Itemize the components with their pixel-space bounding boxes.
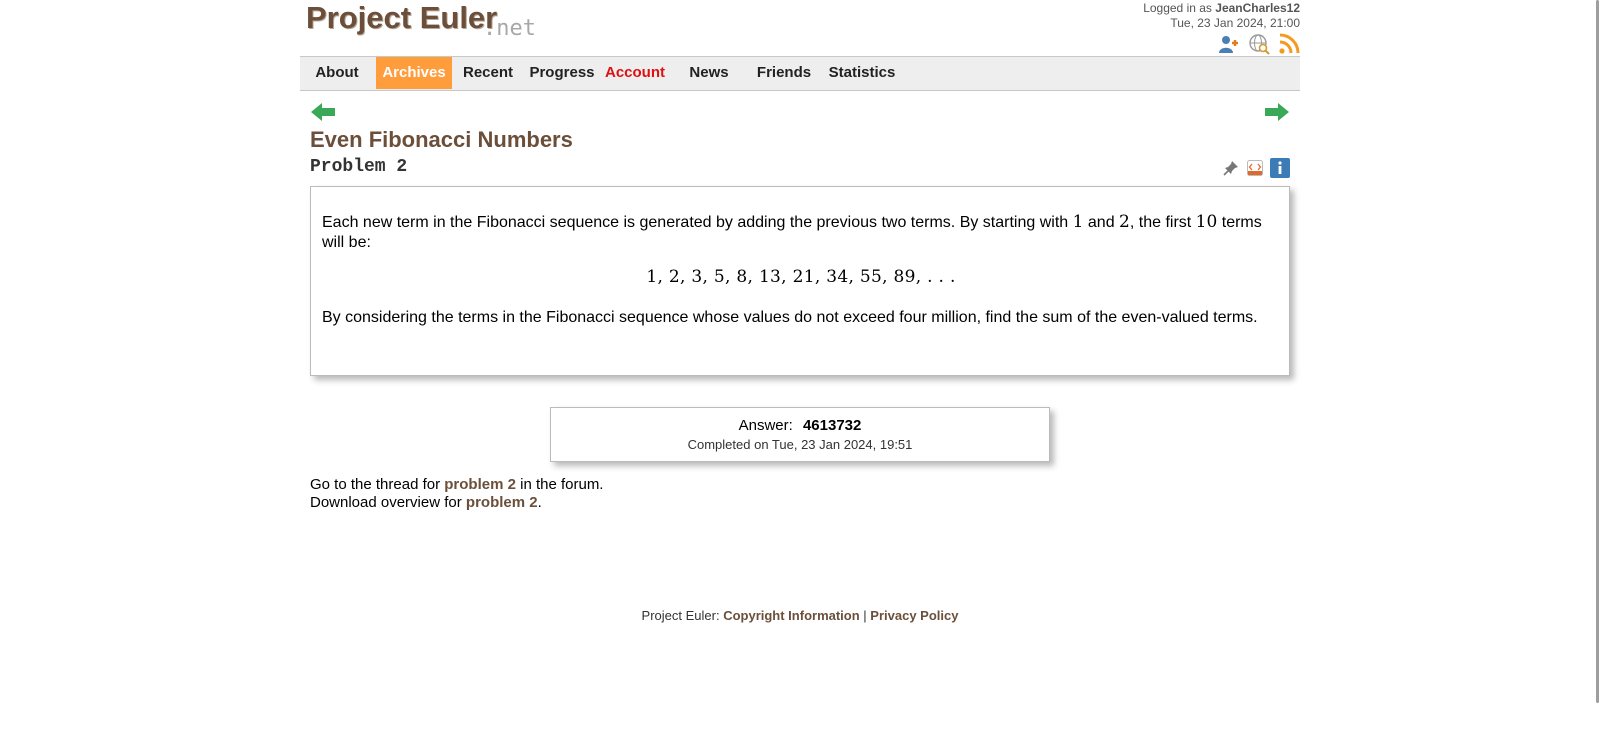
download-overview-line: Download overview for problem 2. [310,494,542,511]
footer-separator: | [859,608,871,623]
fibonacci-sequence: 1, 2, 3, 5, 8, 13, 21, 34, 55, 89, . . . [646,267,956,287]
page-scrollbar[interactable] [1592,0,1600,752]
nav-item-archives[interactable]: Archives [376,57,452,89]
problem-text: Each new term in the Fibonacci sequence … [322,214,1073,231]
logged-in-prefix: Logged in as [1143,1,1212,15]
html-source-icon[interactable] [1246,159,1264,177]
problem-paragraph-1: Each new term in the Fibonacci sequence … [322,212,1262,253]
forum-suffix: in the forum. [515,476,604,493]
pin-icon[interactable] [1222,159,1240,177]
math-term: 10 [1195,212,1218,232]
answer-label: Answer: [738,417,793,434]
nav-item-news[interactable]: News [676,57,742,89]
completion-date: Completed on Tue, 23 Jan 2024, 19:51 [687,437,913,452]
answer-box: Answer: 4613732 Completed on Tue, 23 Jan… [550,407,1050,462]
globe-search-icon[interactable] [1248,33,1270,55]
nav-item-friends[interactable]: Friends [751,57,817,89]
problem-icons [1222,158,1290,178]
footer-prefix: Project Euler: [641,608,724,623]
next-problem-arrow-icon[interactable] [1264,102,1290,122]
previous-problem-arrow-icon[interactable] [310,102,336,122]
add-friend-icon[interactable] [1218,33,1240,55]
nav-item-progress[interactable]: Progress [525,57,599,89]
nav-item-recent[interactable]: Recent [455,57,521,89]
logo-text: Project Euler [306,0,498,35]
download-overview-link[interactable]: problem 2 [466,494,538,511]
username: JeanCharles12 [1215,1,1300,15]
problem-number: Problem 2 [310,157,408,177]
scrollbar-thumb[interactable] [1596,0,1599,703]
login-status: Logged in as JeanCharles12 [1143,1,1300,16]
main-nav: About Archives Recent Progress Account N… [300,56,1300,91]
user-info: Logged in as JeanCharles12 Tue, 23 Jan 2… [1143,1,1300,31]
forum-thread-line: Go to the thread for problem 2 in the fo… [310,476,603,493]
problem-text: and [1083,214,1120,231]
logo-suffix: .net [483,16,536,41]
site-header: Project Euler .net Logged in as JeanChar… [300,0,1300,56]
nav-item-about[interactable]: About [300,57,374,89]
download-suffix: . [537,494,542,511]
problem-title: Even Fibonacci Numbers [310,127,573,152]
forum-prefix: Go to the thread for [310,476,445,493]
download-prefix: Download overview for [310,494,466,511]
math-term: 1 [1072,212,1084,232]
forum-thread-link[interactable]: problem 2 [444,476,516,493]
answer-value: 4613732 [802,417,862,434]
math-term: 2 [1119,212,1130,232]
current-datetime: Tue, 23 Jan 2024, 21:00 [1170,16,1300,30]
problem-text: , the first [1129,214,1196,231]
nav-item-account[interactable]: Account [603,57,667,89]
header-icons [1218,33,1300,55]
copyright-link[interactable]: Copyright Information [723,608,860,623]
site-footer: Project Euler: Copyright Information | P… [0,608,1600,623]
problem-paragraph-2: By considering the terms in the Fibonacc… [322,309,1258,326]
answer-line: Answer: 4613732 [551,417,1049,434]
info-icon[interactable] [1270,158,1290,178]
rss-icon[interactable] [1278,33,1300,55]
problem-statement: Each new term in the Fibonacci sequence … [310,186,1290,376]
privacy-policy-link[interactable]: Privacy Policy [870,608,958,623]
nav-item-statistics[interactable]: Statistics [824,57,900,89]
